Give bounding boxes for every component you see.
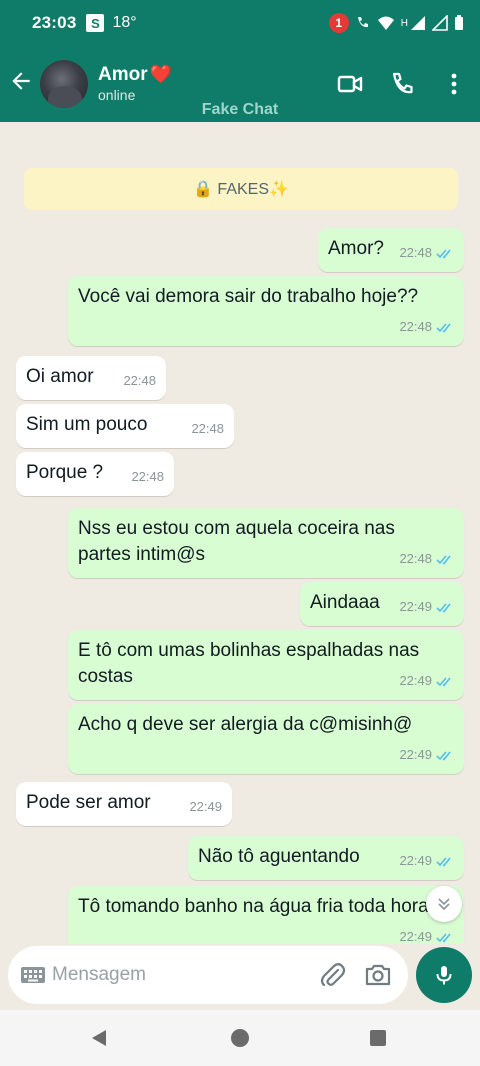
message-outgoing[interactable]: Você vai demora sair do trabalho hoje?? … (68, 276, 464, 346)
heart-emoji: ❤️ (149, 64, 173, 84)
message-text: Amor? (328, 238, 384, 259)
read-ticks-icon (436, 554, 451, 565)
message-incoming[interactable]: Oi amor 22:48 (16, 356, 166, 400)
status-time: 23:03 (32, 13, 77, 32)
message-time: 22:48 (399, 245, 432, 260)
contact-name[interactable]: Amor ❤️ (98, 64, 172, 86)
h-signal-label: H (400, 17, 408, 29)
message-text: Pode ser amor (26, 792, 151, 813)
message-time: 22:48 (123, 373, 156, 388)
temperature: 18° (112, 14, 137, 31)
message-incoming[interactable]: Pode ser amor 22:49 (16, 782, 232, 826)
message-composer[interactable]: Mensagem (8, 946, 408, 1004)
read-ticks-icon (436, 676, 451, 687)
message-text: Nss eu estou com aquela coceira nas part… (78, 518, 395, 565)
message-time: 22:49 (399, 599, 432, 614)
read-ticks-icon (436, 322, 451, 333)
read-ticks-icon (436, 248, 451, 259)
message-outgoing[interactable]: E tô com umas bolinhas espalhadas nas co… (68, 630, 464, 700)
voice-call-icon[interactable] (388, 70, 416, 98)
fake-chat-watermark: Fake Chat (201, 101, 279, 118)
message-time: 22:49 (399, 747, 432, 762)
read-ticks-icon (436, 856, 451, 867)
more-options-icon[interactable] (440, 70, 468, 98)
message-text: E tô com umas bolinhas espalhadas nas co… (78, 640, 420, 687)
system-nav-bar (0, 1010, 480, 1066)
message-text: Tô tomando banho na água fria toda hora (78, 896, 429, 917)
message-input[interactable]: Mensagem (52, 964, 146, 986)
read-ticks-icon (436, 602, 451, 613)
message-outgoing[interactable]: Nss eu estou com aquela coceira nas part… (68, 508, 464, 578)
keyboard-icon[interactable] (20, 964, 46, 986)
message-outgoing[interactable]: Tô tomando banho na água fria toda hora … (68, 886, 464, 944)
scroll-to-bottom-button[interactable] (426, 886, 462, 922)
contact-name-text: Amor (98, 64, 148, 85)
signal-icon (411, 16, 425, 30)
message-text: Você vai demora sair do trabalho hoje?? (78, 286, 419, 307)
message-time: 22:48 (399, 319, 432, 334)
message-text: Sim um pouco (26, 414, 148, 435)
notification-badge: 1 (328, 13, 349, 33)
status-bar: 23:03 S 18° 1 H (0, 0, 480, 46)
camera-icon[interactable] (364, 961, 392, 989)
wifi-calling-icon (357, 17, 368, 28)
message-outgoing[interactable]: Aindaaa 22:49 (300, 582, 464, 626)
message-time: 22:49 (399, 853, 432, 868)
read-ticks-icon (436, 932, 451, 943)
message-time: 22:49 (399, 929, 432, 944)
back-arrow-icon[interactable] (8, 68, 34, 94)
message-time: 22:49 (189, 799, 222, 814)
video-call-icon[interactable] (336, 70, 364, 98)
message-time: 22:49 (399, 673, 432, 688)
message-text: Acho q deve ser alergia da c@misinh@ (78, 714, 413, 735)
chat-area[interactable]: 🔒 FAKES✨ Amor? 22:48 Você vai demora sai… (0, 122, 480, 944)
message-time: 22:48 (399, 551, 432, 566)
attachment-icon[interactable] (318, 960, 346, 990)
nav-back-icon[interactable] (90, 1028, 110, 1048)
message-outgoing[interactable]: Acho q deve ser alergia da c@misinh@ 22:… (68, 704, 464, 774)
message-text: Porque ? (26, 462, 104, 483)
nav-home-icon[interactable] (231, 1029, 249, 1047)
read-ticks-icon (436, 750, 451, 761)
nav-recents-icon[interactable] (370, 1030, 386, 1046)
message-text: Oi amor (26, 366, 94, 387)
encryption-banner[interactable]: 🔒 FAKES✨ (24, 168, 458, 210)
voice-message-button[interactable] (416, 947, 472, 1003)
message-text: Aindaaa (310, 592, 380, 613)
microphone-icon (436, 966, 452, 985)
battery-icon (455, 15, 463, 30)
message-time: 22:48 (191, 421, 224, 436)
s-app-icon: S (86, 14, 105, 32)
signal-2-icon (432, 15, 448, 31)
message-time: 22:48 (131, 469, 164, 484)
wifi-icon (377, 16, 394, 30)
message-incoming[interactable]: Sim um pouco 22:48 (16, 404, 234, 448)
chat-header: Amor ❤️ online Fake Chat (0, 46, 480, 122)
message-outgoing[interactable]: Amor? 22:48 (318, 228, 464, 272)
message-outgoing[interactable]: Não tô aguentando 22:49 (188, 836, 464, 880)
double-chevron-down-icon (438, 898, 450, 911)
message-text: Não tô aguentando (198, 846, 360, 867)
message-incoming[interactable]: Porque ? 22:48 (16, 452, 174, 496)
